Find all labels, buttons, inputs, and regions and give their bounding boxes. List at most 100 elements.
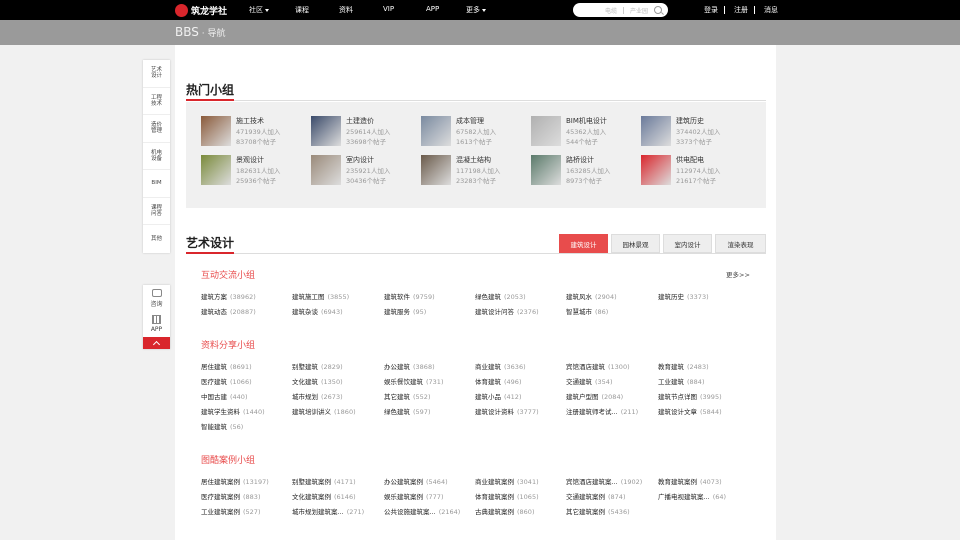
search-hot-term-2[interactable]: 产业园 bbox=[630, 6, 648, 15]
app-qr-button[interactable]: APP bbox=[143, 311, 170, 337]
group-link[interactable]: 交通建筑 (354) bbox=[566, 376, 612, 386]
group-link[interactable]: 建筑历史 (3373) bbox=[658, 291, 709, 301]
group-link[interactable]: 建筑风水 (2904) bbox=[566, 291, 617, 301]
register-link[interactable]: 注册 bbox=[734, 5, 748, 15]
group-link[interactable]: 中国古建 (440) bbox=[201, 391, 247, 401]
sidenav-item[interactable]: 其他 bbox=[143, 225, 170, 253]
group-link[interactable]: 工业建筑案例 (527) bbox=[201, 506, 260, 516]
group-link[interactable]: 办公建筑案例 (5464) bbox=[384, 476, 448, 486]
group-link[interactable]: 智能建筑 (56) bbox=[201, 421, 243, 431]
group-link[interactable]: 建筑方案 (38962) bbox=[201, 291, 256, 301]
group-link[interactable]: 城市规划 (2673) bbox=[292, 391, 343, 401]
group-link[interactable]: 居住建筑案例 (13197) bbox=[201, 476, 269, 486]
group-members: 259614人加入 bbox=[346, 128, 391, 136]
group-link[interactable]: 建筑户型图 (2084) bbox=[566, 391, 623, 401]
group-link[interactable]: 教育建筑 (2483) bbox=[658, 361, 709, 371]
group-link[interactable]: 娱乐餐饮建筑 (731) bbox=[384, 376, 443, 386]
group-name: 室内设计 bbox=[346, 156, 374, 164]
group-link[interactable]: 建筑小品 (412) bbox=[475, 391, 521, 401]
group-link[interactable]: 绿色建筑 (2053) bbox=[475, 291, 526, 301]
group-link[interactable]: 智慧城市 (86) bbox=[566, 306, 608, 316]
group-link[interactable]: 古典建筑案例 (860) bbox=[475, 506, 534, 516]
group-link[interactable]: 绿色建筑 (597) bbox=[384, 406, 430, 416]
group-link[interactable]: 建筑设计资料 (3777) bbox=[475, 406, 539, 416]
search-input[interactable]: 电缆 产业园 bbox=[573, 3, 668, 17]
tab-rendering[interactable]: 渲染表现 bbox=[715, 234, 766, 253]
sidenav-item[interactable]: 造价管理 bbox=[143, 115, 170, 143]
group-link[interactable]: 办公建筑 (3868) bbox=[384, 361, 435, 371]
tab-interior-design[interactable]: 室内设计 bbox=[663, 234, 712, 253]
group-link[interactable]: 居住建筑 (8691) bbox=[201, 361, 252, 371]
group-link[interactable]: 文化建筑案例 (6146) bbox=[292, 491, 356, 501]
group-link[interactable]: 公共设施建筑案... (2164) bbox=[384, 506, 460, 516]
group-link[interactable]: 商业建筑案例 (3041) bbox=[475, 476, 539, 486]
nav-community[interactable]: 社区 bbox=[249, 5, 269, 15]
sidenav-item[interactable]: BIM bbox=[143, 170, 170, 198]
hot-group-card[interactable]: 路桥设计 163285人加入 8973个帖子 bbox=[531, 155, 631, 187]
group-link[interactable]: 建筑节点详图 (3995) bbox=[658, 391, 722, 401]
tab-architecture-design[interactable]: 建筑设计 bbox=[559, 234, 608, 253]
group-link[interactable]: 别墅建筑案例 (4171) bbox=[292, 476, 356, 486]
group-link[interactable]: 建筑培训讲义 (1860) bbox=[292, 406, 356, 416]
messages-link[interactable]: 消息 bbox=[764, 5, 778, 15]
nav-materials[interactable]: 资料 bbox=[339, 5, 353, 15]
group-link[interactable]: 医疗建筑案例 (883) bbox=[201, 491, 260, 501]
nav-courses[interactable]: 课程 bbox=[295, 5, 309, 15]
tab-landscape[interactable]: 园林景观 bbox=[611, 234, 660, 253]
group-link[interactable]: 注册建筑师考试... (211) bbox=[566, 406, 638, 416]
group-post-count: (527) bbox=[243, 508, 261, 516]
group-link-label: 建筑小品 bbox=[475, 393, 501, 401]
hot-group-card[interactable]: 室内设计 235921人加入 30436个帖子 bbox=[311, 155, 411, 187]
sidenav-item[interactable]: 机电设备 bbox=[143, 143, 170, 170]
group-link[interactable]: 建筑动态 (20887) bbox=[201, 306, 256, 316]
group-link[interactable]: 工业建筑 (884) bbox=[658, 376, 704, 386]
group-link[interactable]: 其它建筑案例 (5436) bbox=[566, 506, 630, 516]
nav-vip[interactable]: VIP bbox=[383, 5, 394, 13]
nav-more[interactable]: 更多 bbox=[466, 5, 486, 15]
group-thumbnail bbox=[311, 155, 341, 185]
group-link-label: 娱乐建筑案例 bbox=[384, 493, 423, 501]
group-link[interactable]: 建筑设计文章 (5844) bbox=[658, 406, 722, 416]
more-link[interactable]: 更多>> bbox=[726, 269, 750, 279]
hot-group-card[interactable]: 成本管理 67582人加入 1613个帖子 bbox=[421, 116, 521, 148]
hot-group-card[interactable]: 施工技术 471939人加入 83708个帖子 bbox=[201, 116, 301, 148]
group-link[interactable]: 医疗建筑 (1066) bbox=[201, 376, 252, 386]
search-icon[interactable] bbox=[654, 6, 662, 14]
group-link[interactable]: 建筑学生资料 (1440) bbox=[201, 406, 265, 416]
group-link[interactable]: 别墅建筑 (2829) bbox=[292, 361, 343, 371]
group-link[interactable]: 商业建筑 (3636) bbox=[475, 361, 526, 371]
search-hot-term-1[interactable]: 电缆 bbox=[605, 6, 617, 15]
group-link[interactable]: 城市规划建筑案... (271) bbox=[292, 506, 364, 516]
hot-group-card[interactable]: 供电配电 112974人加入 21617个帖子 bbox=[641, 155, 741, 187]
hot-group-card[interactable]: 景观设计 182631人加入 25936个帖子 bbox=[201, 155, 301, 187]
group-link[interactable]: 广播电视建筑案... (64) bbox=[658, 491, 726, 501]
group-link[interactable]: 其它建筑 (552) bbox=[384, 391, 430, 401]
group-link[interactable]: 建筑服务 (95) bbox=[384, 306, 426, 316]
group-link[interactable]: 体育建筑案例 (1065) bbox=[475, 491, 539, 501]
group-link[interactable]: 建筑软件 (9759) bbox=[384, 291, 435, 301]
back-to-top-button[interactable] bbox=[143, 337, 170, 349]
hot-group-card[interactable]: BIM机电设计 45362人加入 544个帖子 bbox=[531, 116, 631, 148]
group-link[interactable]: 教育建筑案例 (4073) bbox=[658, 476, 722, 486]
site-logo[interactable]: 筑龙学社 bbox=[175, 3, 227, 17]
group-link[interactable]: 建筑施工图 (3855) bbox=[292, 291, 349, 301]
hot-group-card[interactable]: 混凝土结构 117198人加入 23283个帖子 bbox=[421, 155, 521, 187]
hot-group-card[interactable]: 建筑历史 374402人加入 3373个帖子 bbox=[641, 116, 741, 148]
sidenav-item[interactable]: 课程问答 bbox=[143, 198, 170, 225]
nav-app[interactable]: APP bbox=[426, 5, 439, 13]
login-link[interactable]: 登录 bbox=[704, 5, 718, 15]
sidenav-item[interactable]: 工程技术 bbox=[143, 88, 170, 115]
group-link[interactable]: 建筑杂谈 (6943) bbox=[292, 306, 343, 316]
group-link[interactable]: 建筑设计问答 (2376) bbox=[475, 306, 539, 316]
breadcrumb-main[interactable]: BBS bbox=[175, 25, 199, 39]
subgroup-title: 图酷案例小组 bbox=[201, 456, 256, 466]
consult-button[interactable]: 咨询 bbox=[143, 285, 170, 311]
group-link[interactable]: 交通建筑案例 (874) bbox=[566, 491, 625, 501]
group-link[interactable]: 体育建筑 (496) bbox=[475, 376, 521, 386]
group-link[interactable]: 娱乐建筑案例 (777) bbox=[384, 491, 443, 501]
sidenav-item[interactable]: 艺术设计 bbox=[143, 60, 170, 88]
group-link[interactable]: 文化建筑 (1350) bbox=[292, 376, 343, 386]
group-link[interactable]: 宾馆酒店建筑 (1300) bbox=[566, 361, 630, 371]
group-link[interactable]: 宾馆酒店建筑案... (1902) bbox=[566, 476, 642, 486]
hot-group-card[interactable]: 土建造价 259614人加入 33698个帖子 bbox=[311, 116, 411, 148]
